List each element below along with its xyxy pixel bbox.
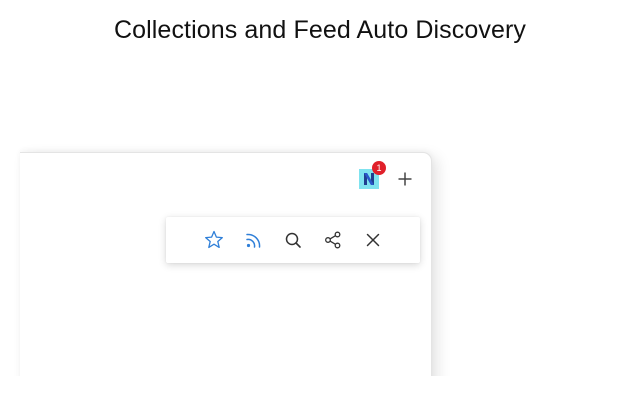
share-icon [325, 231, 341, 249]
notification-badge: 1 [372, 161, 386, 175]
search-button[interactable] [281, 228, 305, 252]
page-title: Collections and Feed Auto Discovery [113, 16, 527, 44]
plus-icon [398, 172, 412, 186]
add-to-collection-button[interactable] [202, 228, 226, 252]
close-icon [366, 233, 380, 247]
close-button[interactable] [361, 228, 385, 252]
bottom-edge [0, 376, 640, 400]
search-icon [285, 232, 301, 248]
stage: Collections and Feed Auto Discovery 1 [0, 0, 640, 400]
new-tab-button[interactable] [395, 169, 415, 189]
star-icon [205, 230, 223, 249]
share-button[interactable] [321, 228, 345, 252]
rss-feed-icon [246, 233, 261, 248]
subscribe-feed-button[interactable] [242, 228, 266, 252]
feed-toolbar-popup [166, 217, 420, 263]
browser-window: 1 [20, 152, 432, 393]
